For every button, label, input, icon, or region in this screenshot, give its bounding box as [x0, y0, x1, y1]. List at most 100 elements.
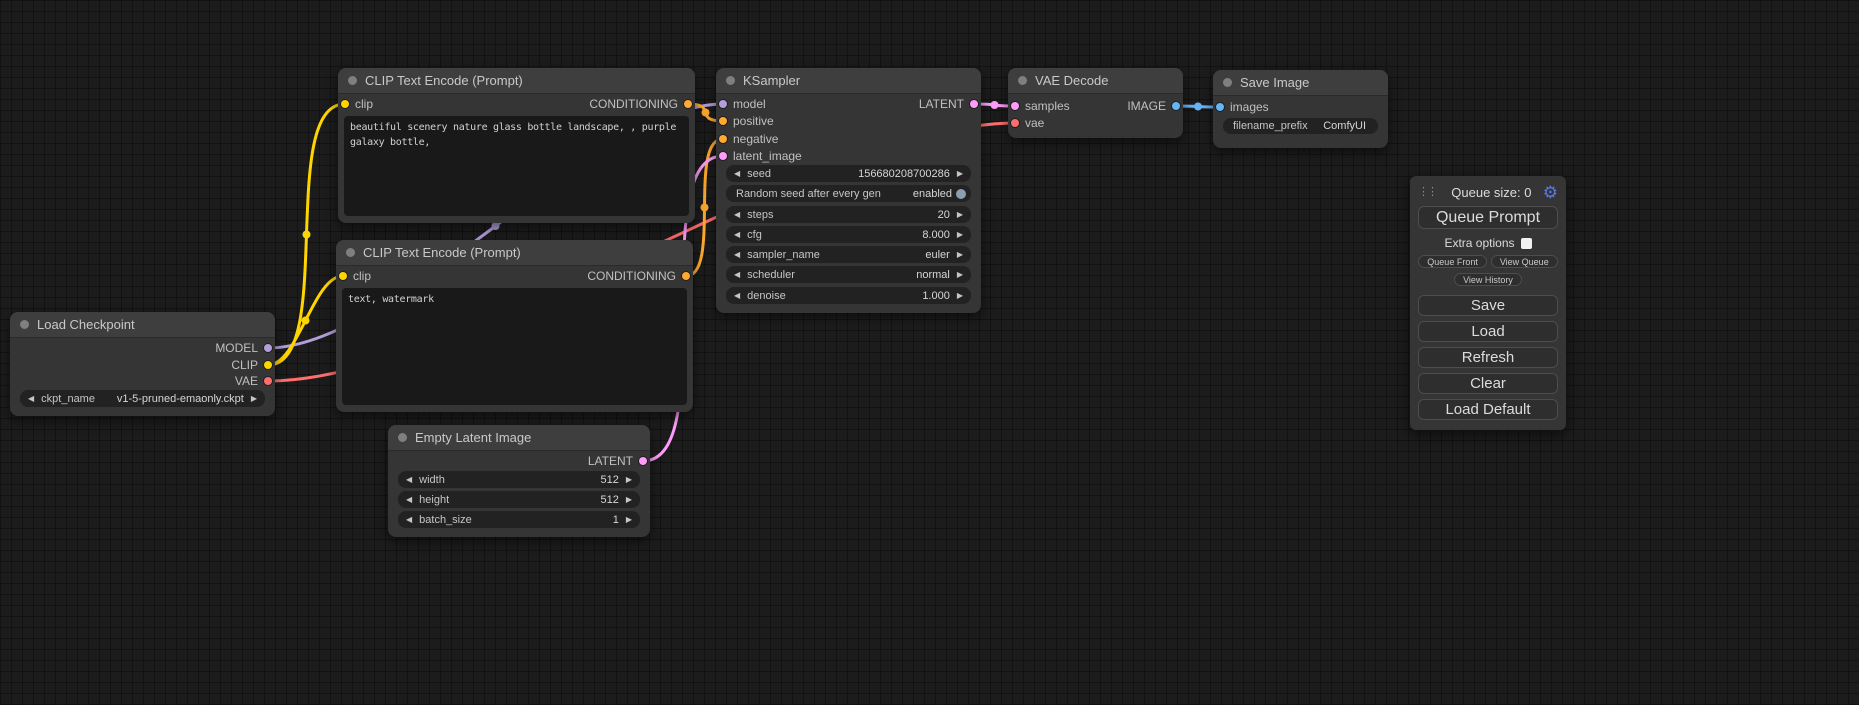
slot-label: vae: [1025, 116, 1044, 130]
node-load-checkpoint[interactable]: Load Checkpoint MODEL CLIP VAE ◀ ckpt_na…: [10, 312, 275, 416]
menu-drag-handle-icon[interactable]: ⋮⋮: [1418, 187, 1440, 198]
node-title-bar[interactable]: Empty Latent Image: [388, 425, 650, 451]
arrow-right-icon[interactable]: ▶: [626, 496, 632, 504]
arrow-right-icon[interactable]: ▶: [626, 516, 632, 524]
node-vae-decode[interactable]: VAE Decode samples IMAGE vae: [1008, 68, 1183, 138]
filename-prefix-widget[interactable]: filename_prefix ComfyUI: [1223, 118, 1378, 134]
node-title-bar[interactable]: CLIP Text Encode (Prompt): [338, 68, 695, 94]
widget-value: 512: [600, 494, 618, 506]
scheduler-widget[interactable]: ◀ scheduler normal ▶: [726, 266, 971, 283]
clear-button[interactable]: Clear: [1418, 373, 1558, 394]
clip-input-port[interactable]: [341, 100, 349, 108]
arrow-left-icon[interactable]: ◀: [406, 496, 412, 504]
node-save-image[interactable]: Save Image images filename_prefix ComfyU…: [1213, 70, 1388, 148]
latent-output-port[interactable]: [970, 100, 978, 108]
collapse-dot[interactable]: [348, 76, 357, 85]
width-widget[interactable]: ◀ width 512 ▶: [398, 471, 640, 488]
node-title-bar[interactable]: CLIP Text Encode (Prompt): [336, 240, 693, 266]
conditioning-output-port[interactable]: [682, 272, 690, 280]
arrow-right-icon[interactable]: ▶: [957, 271, 963, 279]
node-clip-text-encode-positive[interactable]: CLIP Text Encode (Prompt) clip CONDITION…: [338, 68, 695, 223]
settings-gear-icon[interactable]: ⚙: [1543, 184, 1558, 201]
arrow-right-icon[interactable]: ▶: [957, 251, 963, 259]
queue-prompt-button[interactable]: Queue Prompt: [1418, 206, 1558, 229]
toggle-indicator[interactable]: [956, 189, 966, 199]
negative-input-port[interactable]: [719, 135, 727, 143]
latent-output-port[interactable]: [639, 457, 647, 465]
extra-options-row: Extra options: [1418, 236, 1558, 250]
arrow-right-icon[interactable]: ▶: [957, 292, 963, 300]
image-output-port[interactable]: [1172, 102, 1180, 110]
collapse-dot[interactable]: [726, 76, 735, 85]
load-button[interactable]: Load: [1418, 321, 1558, 342]
vae-output-port[interactable]: [264, 377, 272, 385]
slot-label: VAE: [235, 374, 258, 388]
arrow-left-icon[interactable]: ◀: [734, 170, 740, 178]
node-ksampler[interactable]: KSampler model LATENT positive negative …: [716, 68, 981, 313]
arrow-left-icon[interactable]: ◀: [734, 231, 740, 239]
prompt-textarea[interactable]: beautiful scenery nature glass bottle la…: [344, 116, 689, 216]
batch-size-widget[interactable]: ◀ batch_size 1 ▶: [398, 511, 640, 528]
node-title: Empty Latent Image: [415, 430, 531, 445]
ckpt-name-widget[interactable]: ◀ ckpt_name v1-5-pruned-emaonly.ckpt ▶: [20, 390, 265, 407]
steps-widget[interactable]: ◀ steps 20 ▶: [726, 206, 971, 223]
slot-row-model-latent: model LATENT: [716, 96, 981, 112]
arrow-left-icon[interactable]: ◀: [734, 211, 740, 219]
sampler-name-widget[interactable]: ◀ sampler_name euler ▶: [726, 246, 971, 263]
widget-value: euler: [925, 249, 949, 261]
model-input-port[interactable]: [719, 100, 727, 108]
save-button[interactable]: Save: [1418, 295, 1558, 316]
arrow-left-icon[interactable]: ◀: [734, 292, 740, 300]
queue-size-label: Queue size: 0: [1440, 185, 1543, 200]
arrow-left-icon[interactable]: ◀: [28, 395, 34, 403]
arrow-right-icon[interactable]: ▶: [957, 170, 963, 178]
arrow-right-icon[interactable]: ▶: [251, 395, 257, 403]
node-graph-canvas[interactable]: Load Checkpoint MODEL CLIP VAE ◀ ckpt_na…: [0, 0, 1859, 705]
node-title-bar[interactable]: Load Checkpoint: [10, 312, 275, 338]
collapse-dot[interactable]: [20, 320, 29, 329]
height-widget[interactable]: ◀ height 512 ▶: [398, 491, 640, 508]
widget-label: steps: [747, 209, 773, 221]
view-queue-button[interactable]: View Queue: [1491, 255, 1558, 268]
collapse-dot[interactable]: [398, 433, 407, 442]
seed-widget[interactable]: ◀ seed 156680208700286 ▶: [726, 165, 971, 182]
arrow-left-icon[interactable]: ◀: [406, 516, 412, 524]
node-title-bar[interactable]: VAE Decode: [1008, 68, 1183, 94]
cfg-widget[interactable]: ◀ cfg 8.000 ▶: [726, 226, 971, 243]
input-slot-negative: negative: [716, 131, 981, 147]
images-input-port[interactable]: [1216, 103, 1224, 111]
latent-image-input-port[interactable]: [719, 152, 727, 160]
random-seed-toggle-widget[interactable]: Random seed after every gen enabled: [726, 185, 971, 202]
arrow-left-icon[interactable]: ◀: [406, 476, 412, 484]
samples-input-port[interactable]: [1011, 102, 1019, 110]
clip-input-port[interactable]: [339, 272, 347, 280]
denoise-widget[interactable]: ◀ denoise 1.000 ▶: [726, 287, 971, 304]
node-title-bar[interactable]: Save Image: [1213, 70, 1388, 96]
load-default-button[interactable]: Load Default: [1418, 399, 1558, 420]
arrow-right-icon[interactable]: ▶: [626, 476, 632, 484]
link-midpoint-dot: [302, 317, 310, 325]
widget-label: seed: [747, 168, 771, 180]
conditioning-output-port[interactable]: [684, 100, 692, 108]
collapse-dot[interactable]: [1223, 78, 1232, 87]
positive-input-port[interactable]: [719, 117, 727, 125]
model-output-port[interactable]: [264, 344, 272, 352]
node-clip-text-encode-negative[interactable]: CLIP Text Encode (Prompt) clip CONDITION…: [336, 240, 693, 412]
node-empty-latent-image[interactable]: Empty Latent Image LATENT ◀ width 512 ▶ …: [388, 425, 650, 537]
arrow-left-icon[interactable]: ◀: [734, 251, 740, 259]
clip-output-port[interactable]: [264, 361, 272, 369]
arrow-right-icon[interactable]: ▶: [957, 231, 963, 239]
refresh-button[interactable]: Refresh: [1418, 347, 1558, 368]
output-slot-latent: LATENT: [388, 453, 650, 469]
queue-front-button[interactable]: Queue Front: [1418, 255, 1487, 268]
prompt-textarea[interactable]: text, watermark: [342, 288, 687, 405]
extra-options-checkbox[interactable]: [1521, 238, 1532, 249]
collapse-dot[interactable]: [346, 248, 355, 257]
view-history-button[interactable]: View History: [1454, 273, 1522, 286]
arrow-right-icon[interactable]: ▶: [957, 211, 963, 219]
arrow-left-icon[interactable]: ◀: [734, 271, 740, 279]
node-title-bar[interactable]: KSampler: [716, 68, 981, 94]
vae-input-port[interactable]: [1011, 119, 1019, 127]
collapse-dot[interactable]: [1018, 76, 1027, 85]
node-title: Load Checkpoint: [37, 317, 135, 332]
